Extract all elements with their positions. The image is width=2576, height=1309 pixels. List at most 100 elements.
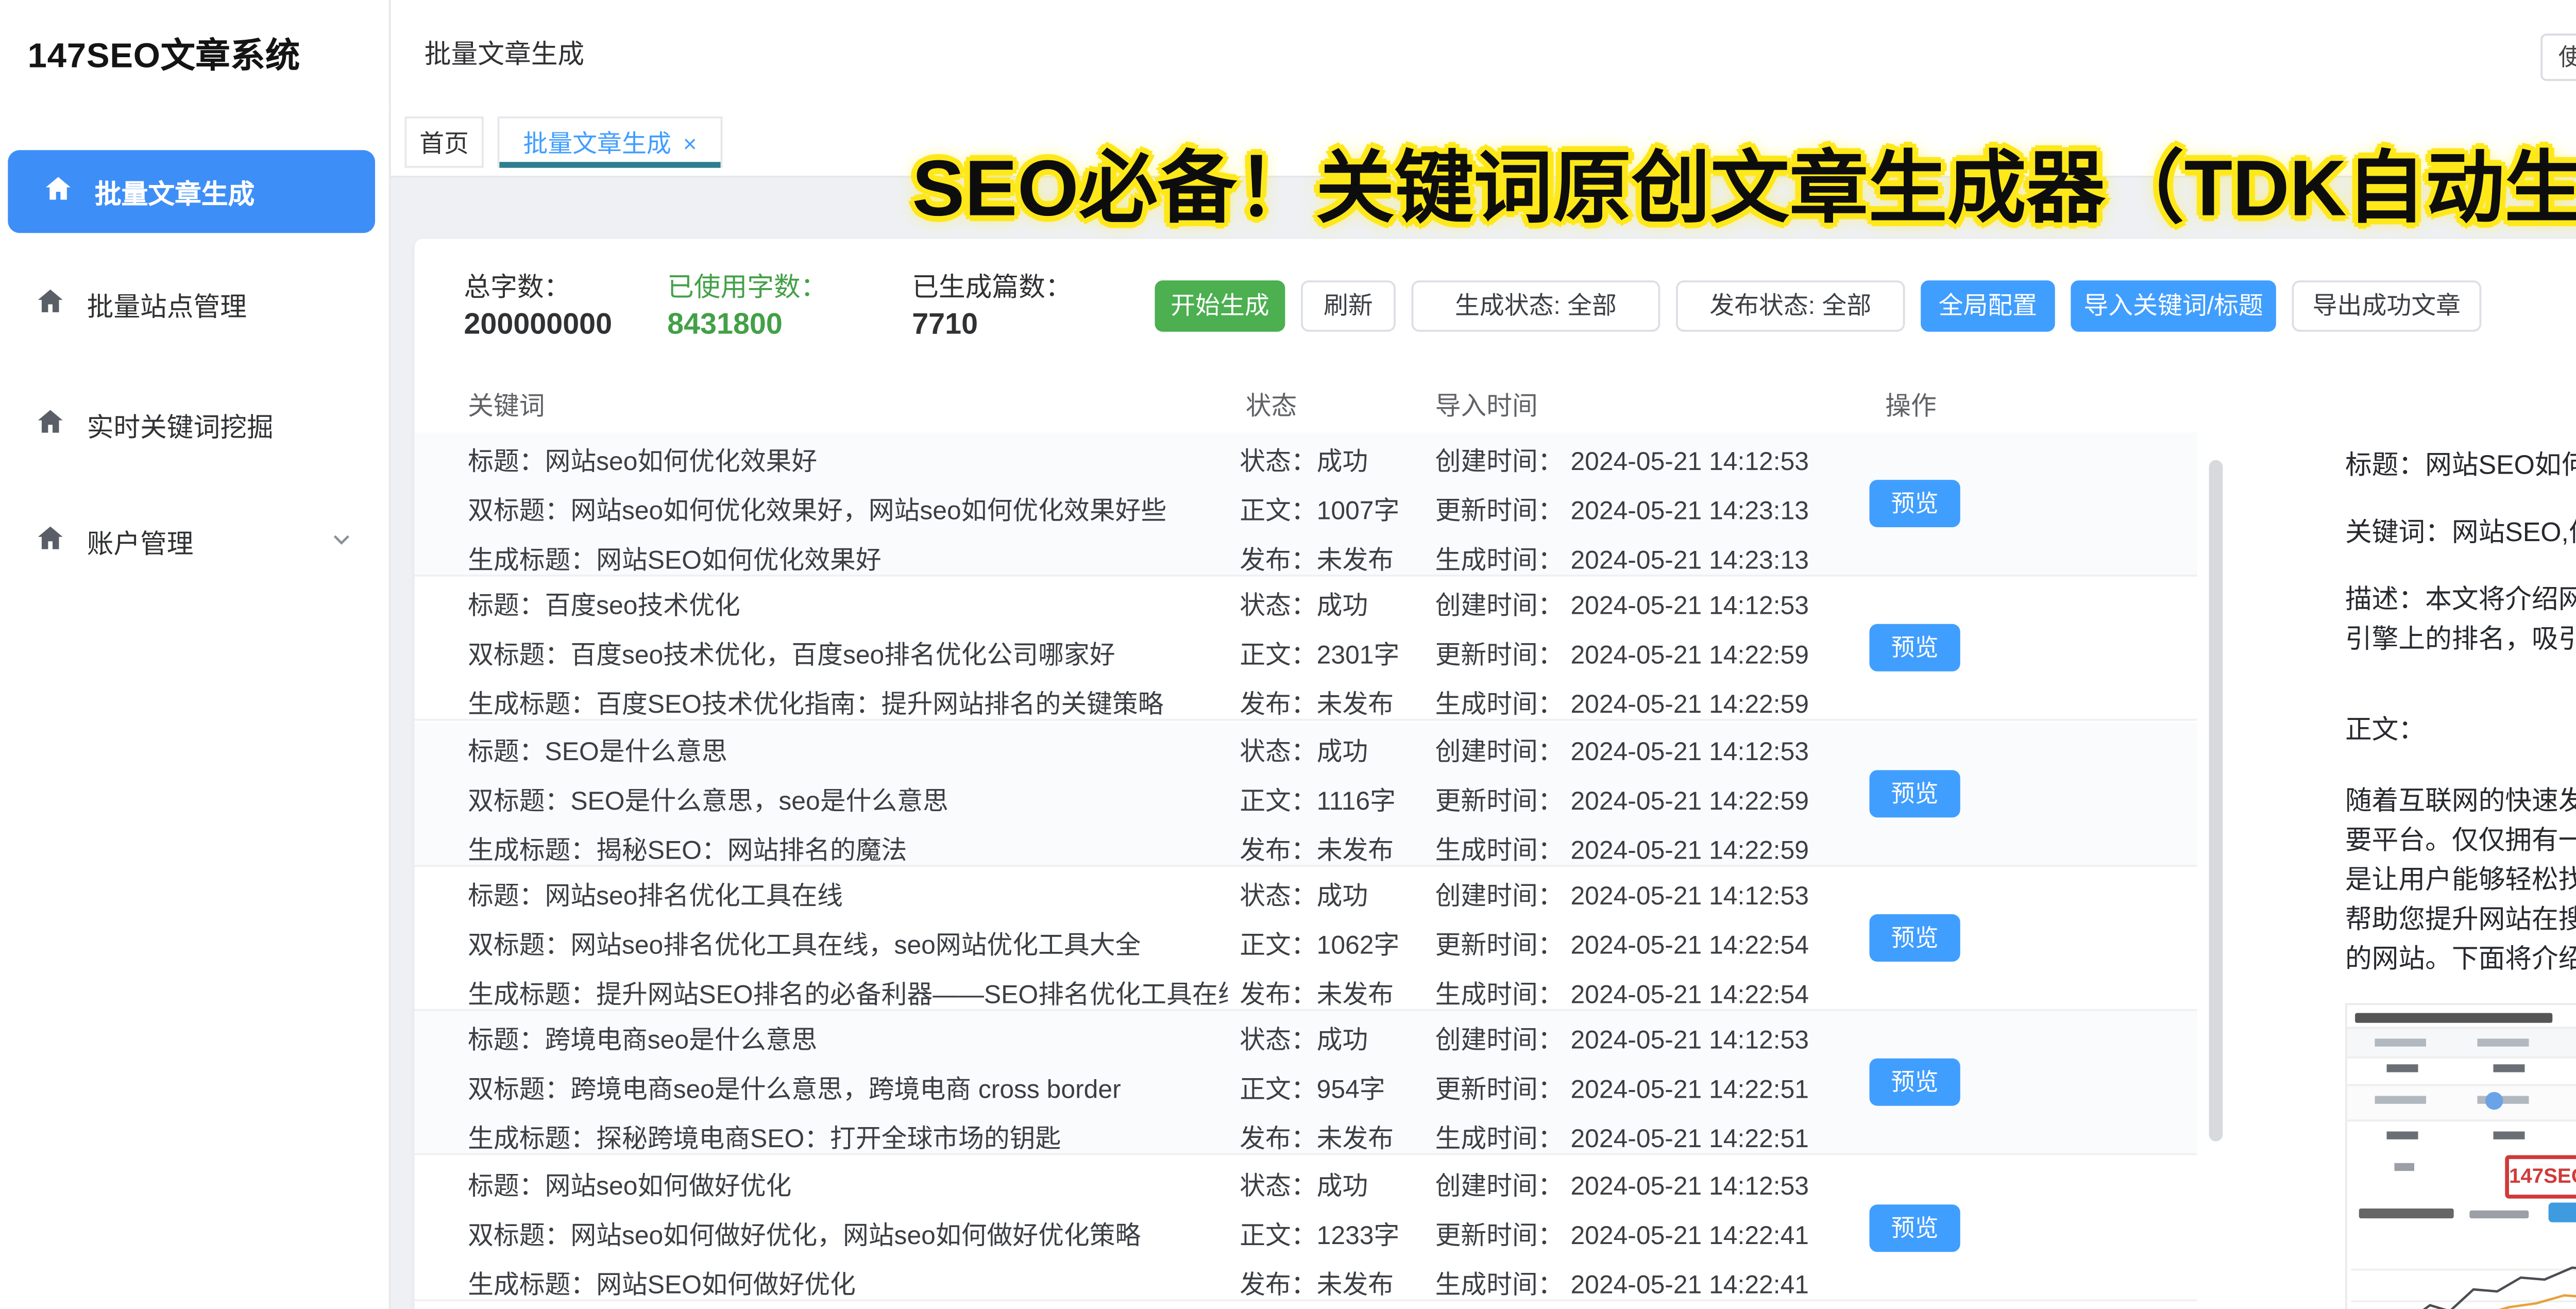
- row-generated-time: 生成时间： 2024-05-21 14:22:59: [1435, 835, 1809, 865]
- case-study-image: 147SEO官网案例，收录和排名稳定上升！: [2345, 1003, 2576, 1309]
- row-generated-title: 生成标题：网站SEO如何做好优化: [468, 1269, 856, 1300]
- app-window: 147SEO文章系统 批量文章生成 批量站点管理 实时关键词挖掘 账户管理 批量…: [0, 0, 2576, 1309]
- preview-button[interactable]: 预览: [1869, 624, 1960, 672]
- tab-batch-article[interactable]: 批量文章生成 ×: [497, 116, 723, 168]
- refresh-button[interactable]: 刷新: [1301, 280, 1396, 332]
- row-updated-time: 更新时间： 2024-05-21 14:22:51: [1435, 1074, 1809, 1104]
- row-double-title: 双标题：百度seo技术优化，百度seo排名优化公司哪家好: [468, 640, 1115, 669]
- table-scrollbar[interactable]: [2209, 460, 2223, 1142]
- time-cell: 创建时间： 2024-05-21 14:12:53 更新时间： 2024-05-…: [1435, 591, 1809, 739]
- keyword-cell: 标题：百度seo技术优化 双标题：百度seo技术优化，百度seo排名优化公司哪家…: [468, 591, 1228, 739]
- sidebar-item-keyword-mining[interactable]: 实时关键词挖掘: [0, 385, 389, 464]
- publish-status-select[interactable]: 发布状态: 全部: [1676, 280, 1905, 332]
- breadcrumb: 批量文章生成: [424, 39, 585, 70]
- column-header-action: 操作: [1885, 391, 1937, 421]
- preview-button[interactable]: 预览: [1869, 770, 1960, 818]
- row-status: 状态：成功: [1240, 446, 1368, 476]
- row-word-count: 正文：2301字: [1240, 640, 1400, 669]
- row-status: 状态：成功: [1240, 736, 1368, 766]
- sidebar-item-label: 账户管理: [87, 529, 194, 559]
- status-cell: 状态：成功 正文：1062字 发布：未发布: [1240, 881, 1399, 1029]
- case-table-header-band: [2347, 1084, 2576, 1122]
- preview-button[interactable]: 预览: [1869, 1058, 1960, 1106]
- row-generated-title: 生成标题：网站SEO如何优化效果好: [468, 545, 882, 575]
- row-created-time: 创建时间： 2024-05-21 14:12:53: [1435, 446, 1809, 476]
- row-double-title: 双标题：SEO是什么意思，seo是什么意思: [468, 785, 948, 816]
- row-title: 标题：网站seo如何做好优化: [468, 1171, 792, 1201]
- baidu-weight-icon: [2485, 1092, 2503, 1110]
- row-word-count: 正文：954字: [1240, 1074, 1385, 1104]
- close-icon[interactable]: ×: [683, 130, 697, 158]
- stat-used-words: 已使用字数： 8431800: [667, 264, 827, 342]
- stat-value: 200000000: [464, 308, 613, 342]
- generate-status-select[interactable]: 生成状态: 全部: [1411, 280, 1660, 332]
- chevron-down-icon: [330, 526, 353, 556]
- row-word-count: 正文：1233字: [1240, 1220, 1400, 1250]
- main-content-card: 总字数： 200000000 已使用字数： 8431800 已生成篇数： 771…: [414, 239, 2576, 1309]
- case-table-header-band: [2347, 1027, 2576, 1059]
- table-row: 标题：网站seo如何做好优化 双标题：网站seo如何做好优化，网站seo如何做好…: [414, 1157, 2197, 1302]
- import-keywords-button[interactable]: 导入关键词/标题: [2071, 280, 2276, 332]
- keyword-cell: 标题：网站seo如何优化效果好 双标题：网站seo如何优化效果好，网站seo如何…: [468, 446, 1228, 594]
- home-icon: [36, 523, 65, 559]
- table-row: 标题：网站seo排名优化工具在线 双标题：网站seo排名优化工具在线，seo网站…: [414, 867, 2197, 1011]
- table-row: 标题：跨境电商seo是什么意思 双标题：跨境电商seo是什么意思，跨境电商 cr…: [414, 1011, 2197, 1155]
- case-trend-chart-left: [2351, 1266, 2576, 1309]
- row-updated-time: 更新时间： 2024-05-21 14:22:59: [1435, 785, 1809, 816]
- app-logo: 147SEO文章系统: [27, 35, 301, 75]
- table-row: 标题：百度seo技术优化 双标题：百度seo技术优化，百度seo排名优化公司哪家…: [414, 577, 2197, 721]
- preview-title: 标题：网站SEO如何优化效果好: [2345, 450, 2576, 480]
- row-updated-time: 更新时间： 2024-05-21 14:22:59: [1435, 640, 1809, 669]
- row-title: 标题：网站seo如何优化效果好: [468, 446, 818, 476]
- stat-label: 已使用字数：: [667, 272, 827, 303]
- status-cell: 状态：成功 正文：1233字 发布：未发布: [1240, 1171, 1399, 1309]
- sidebar: 147SEO文章系统 批量文章生成 批量站点管理 实时关键词挖掘 账户管理: [0, 0, 391, 1309]
- tutorial-button[interactable]: 使用教程: [2540, 33, 2576, 81]
- row-generated-title: 生成标题：探秘跨境电商SEO：打开全球市场的钥匙: [468, 1123, 1061, 1153]
- preview-button[interactable]: 预览: [1869, 480, 1960, 528]
- sidebar-item-batch-site[interactable]: 批量站点管理: [0, 264, 389, 343]
- tab-label: 批量文章生成: [523, 130, 671, 158]
- time-cell: 创建时间： 2024-05-21 14:12:53 更新时间： 2024-05-…: [1435, 881, 1809, 1029]
- row-publish-status: 发布：未发布: [1240, 979, 1394, 1009]
- column-header-keyword: 关键词: [468, 391, 545, 421]
- row-generated-time: 生成时间： 2024-05-21 14:22:59: [1435, 689, 1809, 719]
- row-created-time: 创建时间： 2024-05-21 14:12:53: [1435, 736, 1809, 766]
- time-cell: 创建时间： 2024-05-21 14:12:53 更新时间： 2024-05-…: [1435, 736, 1809, 884]
- preview-button[interactable]: 预览: [1869, 1204, 1960, 1252]
- preview-description: 描述：本文将介绍网站SEO的优化方法，帮助您提升网站在搜索引擎上的排名，吸引更多…: [2345, 584, 2576, 654]
- headline-overlay: SEO必备！关键词原创文章生成器（TDK自动生成）: [912, 146, 2576, 233]
- stat-label: 总字数：: [464, 272, 571, 303]
- table-row: 标题：网站seo如何优化效果好 双标题：网站seo如何优化效果好，网站seo如何…: [414, 432, 2197, 577]
- case-section-label-bar: [2359, 1208, 2454, 1219]
- time-cell: 创建时间： 2024-05-21 14:12:53 更新时间： 2024-05-…: [1435, 1025, 1809, 1173]
- row-generated-title: 生成标题：百度SEO技术优化指南：提升网站排名的关键策略: [468, 689, 1164, 719]
- status-cell: 状态：成功 正文：1007字 发布：未发布: [1240, 446, 1399, 594]
- tab-home[interactable]: 首页: [404, 116, 484, 168]
- row-title: 标题：网站seo排名优化工具在线: [468, 880, 843, 911]
- table-row: 标题：SEO是什么意思 双标题：SEO是什么意思，seo是什么意思 生成标题：揭…: [414, 723, 2197, 867]
- status-cell: 状态：成功 正文：954字 发布：未发布: [1240, 1025, 1394, 1173]
- global-config-button[interactable]: 全局配置: [1921, 280, 2055, 332]
- stat-value: 8431800: [667, 308, 783, 342]
- row-double-title: 双标题：网站seo如何做好优化，网站seo如何做好优化策略: [468, 1220, 1141, 1250]
- row-generated-time: 生成时间： 2024-05-21 14:22:41: [1435, 1269, 1809, 1300]
- row-status: 状态：成功: [1240, 1171, 1368, 1201]
- sidebar-item-label: 批量文章生成: [94, 179, 255, 210]
- row-word-count: 正文：1007字: [1240, 495, 1400, 526]
- sidebar-item-label: 实时关键词挖掘: [87, 412, 274, 443]
- preview-body-text: 随着互联网的快速发展，网站已经成为企业展示产品和服务的重要平台。仅仅拥有一个美观…: [2345, 785, 2576, 974]
- sidebar-item-label: 批量站点管理: [87, 292, 247, 322]
- preview-button[interactable]: 预览: [1869, 914, 1960, 962]
- row-created-time: 创建时间： 2024-05-21 14:12:53: [1435, 880, 1809, 911]
- start-generate-button[interactable]: 开始生成: [1155, 280, 1285, 332]
- row-generated-time: 生成时间： 2024-05-21 14:22:54: [1435, 979, 1809, 1009]
- row-generated-time: 生成时间： 2024-05-21 14:23:13: [1435, 545, 1809, 575]
- export-success-button[interactable]: 导出成功文章: [2292, 280, 2482, 332]
- column-header-import-time: 导入时间: [1435, 391, 1538, 421]
- row-updated-time: 更新时间： 2024-05-21 14:22:54: [1435, 930, 1809, 960]
- row-created-time: 创建时间： 2024-05-21 14:12:53: [1435, 1171, 1809, 1201]
- sidebar-item-account[interactable]: 账户管理: [0, 501, 389, 580]
- sidebar-item-batch-article[interactable]: 批量文章生成: [8, 150, 376, 233]
- row-double-title: 双标题：跨境电商seo是什么意思，跨境电商 cross border: [468, 1074, 1121, 1104]
